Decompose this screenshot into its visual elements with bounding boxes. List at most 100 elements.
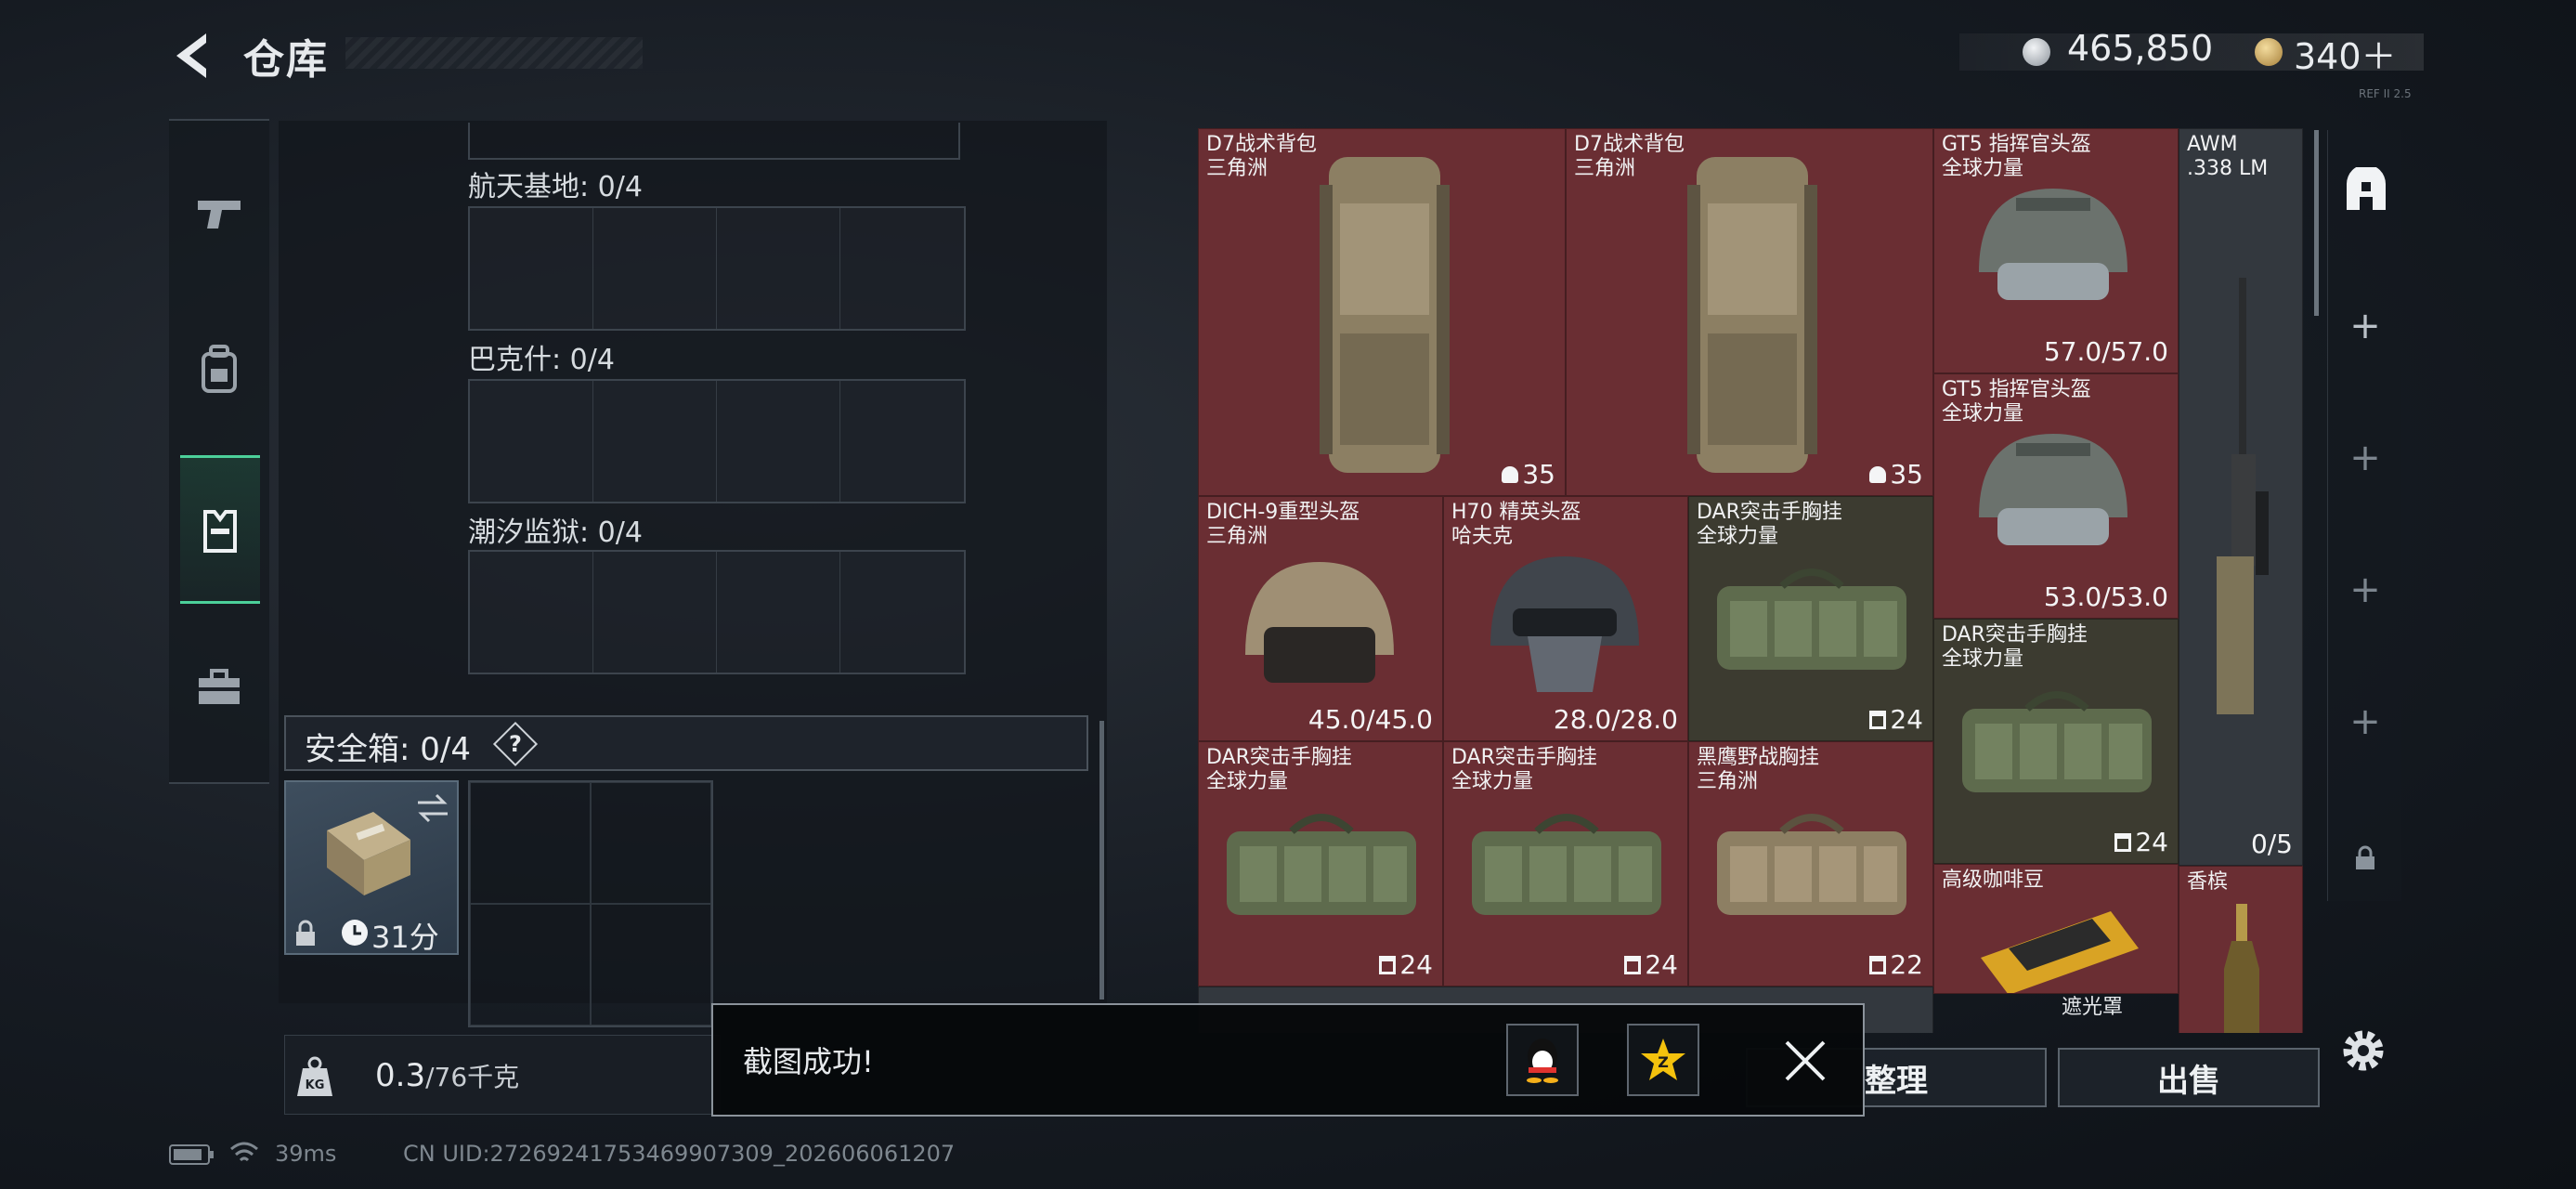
nav-toolbox[interactable] bbox=[169, 613, 269, 762]
empty-slot[interactable] bbox=[840, 208, 964, 329]
version-text: REF II 2.5 bbox=[2359, 87, 2412, 100]
item-champagne[interactable]: 香槟 bbox=[2179, 866, 2303, 1033]
ping-text: 39ms bbox=[275, 1141, 337, 1167]
svg-text:KG: KG bbox=[306, 1078, 325, 1092]
title-decoration bbox=[345, 37, 643, 69]
item-helmet-gt5-1[interactable]: GT5 指挥官头盔 全球力量 57.0/57.0 bbox=[1933, 128, 2179, 373]
item-name: 香槟 bbox=[2187, 870, 2229, 894]
clock-icon bbox=[342, 920, 368, 946]
slot-row-partial bbox=[468, 123, 960, 160]
empty-slot[interactable] bbox=[717, 208, 840, 329]
weight-readout: 0.3/76千克 bbox=[375, 1057, 519, 1094]
sell-button[interactable]: 出售 bbox=[2058, 1048, 2320, 1107]
nav-vest[interactable] bbox=[180, 455, 260, 604]
item-awm-rifle[interactable]: AWM .338 LM 0/5 bbox=[2179, 128, 2303, 866]
item-vest-dar-1[interactable]: DAR突击手胸挂 全球力量 24 bbox=[1688, 496, 1933, 741]
item-name: AWM .338 LM bbox=[2187, 133, 2269, 180]
item-name-hood: 遮光罩 bbox=[2062, 996, 2124, 1019]
vest-image bbox=[1472, 814, 1661, 915]
add-container-button[interactable]: + bbox=[2328, 568, 2402, 611]
item-capacity: 24 bbox=[1379, 949, 1433, 980]
empty-slot[interactable] bbox=[470, 381, 593, 502]
item-name: DAR突击手胸挂 全球力量 bbox=[1697, 501, 1842, 548]
item-name: 高级咖啡豆 bbox=[1942, 869, 2045, 892]
slot-row-tidal-prison bbox=[468, 550, 966, 674]
toolbox-icon bbox=[199, 669, 240, 704]
item-capacity: 24 bbox=[2114, 827, 2168, 857]
container-icon[interactable] bbox=[2343, 167, 2389, 214]
lock-icon bbox=[296, 920, 315, 946]
safe-box-slots bbox=[468, 780, 713, 1027]
item-helmet-h70[interactable]: H70 精英头盔 哈夫克 28.0/28.0 bbox=[1443, 496, 1688, 741]
left-scrollbar[interactable] bbox=[1099, 721, 1104, 1000]
item-value: 35 bbox=[1869, 459, 1923, 490]
section-label-aerospace: 航天基地: 0/4 bbox=[468, 171, 643, 203]
page-title: 仓库 bbox=[243, 36, 329, 84]
gear-icon[interactable] bbox=[2338, 1026, 2388, 1076]
inventory-scrollbar[interactable] bbox=[2314, 130, 2319, 316]
add-container-button[interactable]: + bbox=[2328, 700, 2402, 743]
wifi-icon bbox=[230, 1142, 258, 1162]
item-name: DICH-9重型头盔 三角洲 bbox=[1206, 501, 1360, 548]
item-helmet-dich9[interactable]: DICH-9重型头盔 三角洲 45.0/45.0 bbox=[1198, 496, 1443, 741]
item-backpack-1[interactable]: D7战术背包 三角洲 35 bbox=[1198, 128, 1566, 496]
empty-slot[interactable] bbox=[593, 552, 717, 673]
safe-case-item[interactable]: 31分 bbox=[284, 780, 459, 955]
share-qq-button[interactable] bbox=[1506, 1024, 1579, 1096]
item-vest-dar-3[interactable]: DAR突击手胸挂 全球力量 24 bbox=[1198, 741, 1443, 986]
weight-current: 0.3 bbox=[375, 1057, 426, 1094]
helmet-image bbox=[1490, 556, 1639, 692]
empty-slot[interactable] bbox=[470, 904, 591, 1026]
silver-coin-icon bbox=[2023, 38, 2050, 66]
swap-icon[interactable] bbox=[414, 791, 451, 825]
helmet-image bbox=[1979, 189, 2127, 300]
item-ammo: 0/5 bbox=[2250, 829, 2293, 859]
backpack-image bbox=[1687, 157, 1817, 473]
backpack-image bbox=[1320, 157, 1450, 473]
close-icon[interactable] bbox=[1779, 1035, 1831, 1087]
battery-icon bbox=[169, 1144, 214, 1165]
item-name: 黑鹰野战胸挂 三角洲 bbox=[1697, 746, 1820, 793]
add-container-button[interactable]: + bbox=[2328, 437, 2402, 479]
empty-slot[interactable] bbox=[470, 208, 593, 329]
item-helmet-gt5-2[interactable]: GT5 指挥官头盔 全球力量 53.0/53.0 bbox=[1933, 373, 2179, 619]
back-arrow-icon[interactable] bbox=[165, 28, 221, 84]
bottle-image bbox=[2224, 904, 2259, 1033]
vest-image bbox=[1717, 568, 1906, 670]
vest-image bbox=[1717, 814, 1906, 915]
empty-slot[interactable] bbox=[717, 381, 840, 502]
item-vest-dar-2[interactable]: DAR突击手胸挂 全球力量 24 bbox=[1933, 619, 2179, 864]
pistol-icon bbox=[198, 201, 241, 229]
helmet-image bbox=[1979, 434, 2127, 545]
empty-slot[interactable] bbox=[591, 904, 711, 1026]
item-vest-dar-4[interactable]: DAR突击手胸挂 全球力量 24 bbox=[1443, 741, 1688, 986]
empty-slot[interactable] bbox=[840, 381, 964, 502]
nav-backpack[interactable] bbox=[169, 295, 269, 444]
item-name: H70 精英头盔 哈夫克 bbox=[1451, 501, 1581, 548]
lock-icon bbox=[2356, 845, 2374, 869]
empty-slot[interactable] bbox=[717, 552, 840, 673]
backpack-icon bbox=[202, 345, 237, 393]
item-name: DAR突击手胸挂 全球力量 bbox=[1206, 746, 1352, 793]
empty-slot[interactable] bbox=[470, 782, 591, 904]
silver-currency: 465,850 bbox=[2067, 28, 2214, 69]
uid-text: CN UID:27269241753469907309_202606061207 bbox=[403, 1141, 956, 1167]
empty-slot[interactable] bbox=[470, 552, 593, 673]
empty-slot[interactable] bbox=[840, 552, 964, 673]
nav-weapon[interactable] bbox=[169, 139, 269, 288]
gold-currency-add[interactable]: 340＋ bbox=[2294, 28, 2397, 79]
item-coffee-beans[interactable]: 高级咖啡豆 bbox=[1933, 864, 2179, 994]
item-vest-blackhawk[interactable]: 黑鹰野战胸挂 三角洲 22 bbox=[1688, 741, 1933, 986]
section-label-tidal-prison: 潮汐监狱: 0/4 bbox=[468, 516, 643, 549]
add-container-button[interactable]: + bbox=[2328, 305, 2402, 347]
empty-slot[interactable] bbox=[593, 208, 717, 329]
slot-row-aerospace bbox=[468, 206, 966, 331]
help-mark: ? bbox=[509, 730, 522, 757]
rifle-image bbox=[2217, 278, 2269, 714]
item-backpack-2[interactable]: D7战术背包 三角洲 35 bbox=[1566, 128, 1933, 496]
safe-case-icon bbox=[327, 812, 410, 895]
empty-slot[interactable] bbox=[591, 782, 711, 904]
item-capacity: 22 bbox=[1869, 949, 1923, 980]
empty-slot[interactable] bbox=[593, 381, 717, 502]
share-qzone-button[interactable]: Z bbox=[1627, 1024, 1699, 1096]
